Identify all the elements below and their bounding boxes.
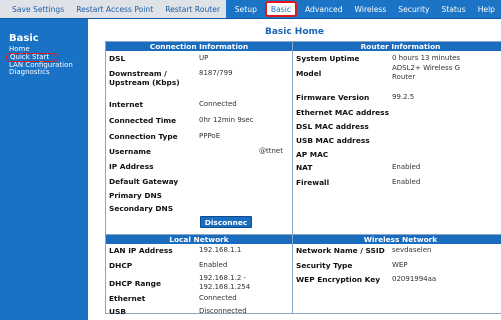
firmware-version-value: 99.2.5 [392,93,415,101]
dhcp-range-value-line1: 192.168.1.2 - [199,274,247,282]
dhcp-range-label: DHCP Range [109,279,161,288]
tab-setup[interactable]: Setup [229,0,263,18]
sidebar-item-diagnostics[interactable]: Diagnostics [9,69,73,76]
rate-value: 8187/799 [199,69,233,77]
column-divider [292,42,293,313]
internet-value: Connected [199,100,237,108]
nat-label: NAT [296,163,313,172]
ethernet-mac-label: Ethernet MAC address [296,108,389,117]
firewall-value: Enabled [392,178,421,186]
nav-restart-access-point[interactable]: Restart Access Point [70,0,159,18]
ethernet-value: Connected [199,294,237,302]
usb-value: Disconnected [199,307,247,315]
ssid-value: sevdaselen [392,246,432,254]
internet-label: Internet [109,100,144,109]
tab-status[interactable]: Status [435,0,471,18]
top-navigation: Save Settings Restart Access Point Resta… [0,0,501,19]
ip-address-label: IP Address [109,162,154,171]
username-value: @ttnet [259,147,283,155]
dhcp-value: Enabled [199,261,228,269]
firmware-version-label: Firmware Version [296,93,370,102]
model-label: Model [296,69,322,78]
rate-label-line1: Downstream / [109,69,167,78]
main-content: Basic Home Connection Information DSL UP… [88,19,501,320]
connected-time-label: Connected Time [109,116,177,125]
connection-information-header: Connection Information [106,42,292,51]
nav-save-settings[interactable]: Save Settings [6,0,70,18]
disconnect-button[interactable]: Disconnec [200,216,252,228]
username-label: Username [109,147,152,156]
dsl-value: UP [199,54,209,62]
nav-tabs: Setup Basic Advanced Wireless Security S… [229,0,501,18]
primary-dns-label: Primary DNS [109,191,162,200]
usb-label: USB [109,307,126,316]
ethernet-label: Ethernet [109,294,146,303]
tab-advanced[interactable]: Advanced [299,0,349,18]
sidebar-item-home[interactable]: Home [9,46,73,53]
local-network-header: Local Network [106,235,292,244]
nav-actions: Save Settings Restart Access Point Resta… [0,0,227,18]
dsl-mac-label: DSL MAC address [296,122,369,131]
ssid-label: Network Name / SSID [296,246,385,255]
rate-label-line2: Upstream (Kbps) [109,78,180,87]
dsl-label: DSL [109,54,126,63]
tab-basic[interactable]: Basic [264,1,297,17]
connection-type-value: PPPoE [199,132,221,140]
model-value-line2: Router [392,73,416,81]
sidebar: Basic Home Quick Start LAN Configuration… [0,19,88,320]
model-value-line1: ADSL2+ Wireless G [392,64,461,72]
ap-mac-label: AP MAC [296,150,329,159]
connected-time-value: 0hr 12min 9sec [199,116,254,124]
tab-wireless[interactable]: Wireless [349,0,393,18]
lan-ip-label: LAN IP Address [109,246,173,255]
sidebar-links: Home Quick Start LAN Configuration Diagn… [6,46,73,76]
wep-key-value: 02091994aa [392,275,437,283]
secondary-dns-label: Secondary DNS [109,204,174,213]
dhcp-label: DHCP [109,261,133,270]
dhcp-range-value-line2: 192.168.1.254 [199,283,251,291]
status-panel: Connection Information DSL UP Downstream… [105,41,501,316]
nav-restart-router[interactable]: Restart Router [159,0,226,18]
wireless-network-header: Wireless Network [293,235,501,244]
wep-key-label: WEP Encryption Key [296,275,381,284]
security-type-label: Security Type [296,261,353,270]
firewall-label: Firewall [296,178,330,187]
usb-mac-label: USB MAC address [296,136,370,145]
system-uptime-value: 0 hours 13 minutes [392,54,461,62]
router-information-header: Router Information [293,42,501,51]
connection-type-label: Connection Type [109,132,178,141]
sidebar-title: Basic [9,33,39,44]
tab-security[interactable]: Security [392,0,435,18]
tab-help[interactable]: Help [472,0,501,18]
lan-ip-value: 192.168.1.1 [199,246,242,254]
default-gateway-label: Default Gateway [109,177,179,186]
system-uptime-label: System Uptime [296,54,360,63]
nat-value: Enabled [392,163,421,171]
security-type-value: WEP [392,261,408,269]
page-title: Basic Home [264,27,325,37]
